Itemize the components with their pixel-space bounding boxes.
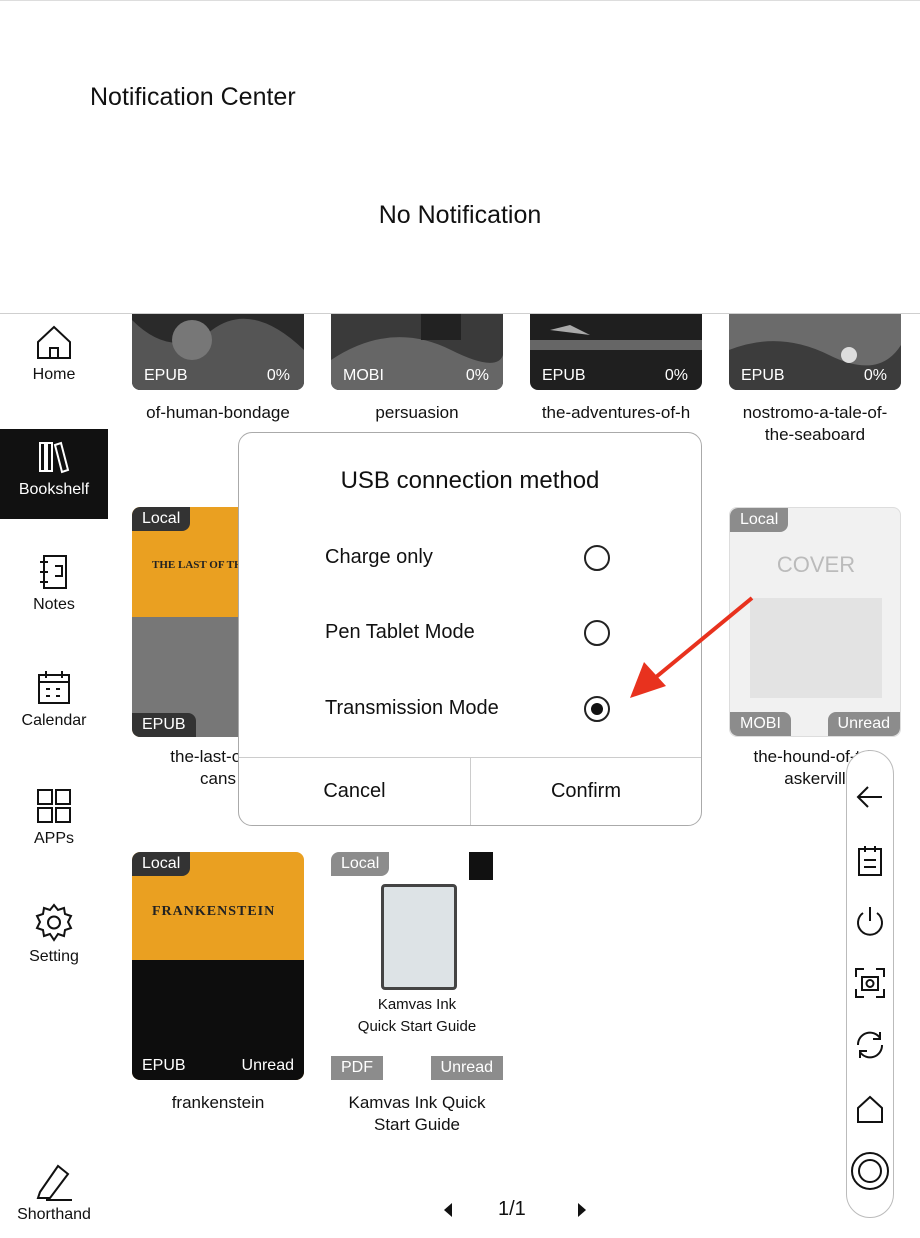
source-tag: Local <box>132 852 191 876</box>
sidebar-item-calendar[interactable]: Calendar <box>0 668 108 730</box>
book-title: Kamvas Ink Quick Start Guide <box>348 1093 486 1134</box>
gear-icon <box>35 903 73 942</box>
progress-tag: 0% <box>266 367 290 384</box>
cover-placeholder-text: COVER <box>776 552 856 577</box>
book-title: nostromo-a-tale-of- the-seaboard <box>742 403 888 444</box>
book-title: of-human-bondage <box>146 403 290 422</box>
sidebar-item-label: APPs <box>33 830 74 847</box>
notes-icon[interactable] <box>852 843 888 879</box>
screenshot-icon[interactable] <box>852 965 888 1001</box>
format-tag: PDF <box>331 1056 383 1080</box>
notes-icon <box>40 555 67 589</box>
format-tag: EPUB <box>144 367 188 384</box>
source-tag: Local <box>132 507 191 531</box>
book-title: the-adventures-of-h <box>541 403 691 422</box>
sidebar-item-notes[interactable]: Notes <box>0 552 108 614</box>
cover-title-text: FRANKENSTEIN <box>152 904 276 919</box>
home-icon[interactable] <box>852 1091 888 1127</box>
pen-icon <box>36 1164 72 1201</box>
source-tag: Local <box>730 508 789 532</box>
progress-tag: 0% <box>465 367 489 384</box>
sidebar-item-label: Calendar <box>21 712 87 729</box>
status-tag: Unread <box>241 1057 294 1074</box>
dialog-title: USB connection method <box>340 467 600 494</box>
refresh-icon[interactable] <box>852 1027 888 1063</box>
sidebar-item-bookshelf[interactable]: Bookshelf <box>0 429 108 519</box>
format-tag: EPUB <box>142 1057 186 1074</box>
home-icon <box>37 325 71 359</box>
sidebar-item-label: Setting <box>29 948 79 965</box>
format-tag: EPUB <box>542 367 586 384</box>
sidebar: Home Bookshelf Notes Calendar APPs Setti… <box>0 312 108 1238</box>
radio-button-selected[interactable] <box>584 696 610 722</box>
option-label: Transmission Mode <box>325 697 499 719</box>
cover-text: Kamvas Ink Quick Start Guide <box>357 996 477 1035</box>
notification-center-title: Notification Center <box>90 83 296 111</box>
bookshelf-icon <box>39 441 70 474</box>
prev-page-icon[interactable] <box>440 1200 456 1220</box>
status-tag: Unread <box>827 712 900 736</box>
option-charge-only[interactable]: Charge only <box>239 533 701 583</box>
cover-placeholder-lines <box>750 598 882 698</box>
cancel-button[interactable]: Cancel <box>239 758 470 825</box>
book-cover[interactable]: FRANKENSTEIN Local EPUB Unread <box>132 852 304 1080</box>
back-arrow-icon[interactable] <box>852 779 888 815</box>
option-label: Pen Tablet Mode <box>325 621 475 643</box>
sidebar-item-home[interactable]: Home <box>0 322 108 384</box>
apps-icon <box>37 789 71 823</box>
progress-tag: 0% <box>664 367 688 384</box>
page-indicator: 1/1 <box>498 1198 526 1220</box>
format-tag: MOBI <box>343 367 384 384</box>
sidebar-item-apps[interactable]: APPs <box>0 786 108 848</box>
book-title: persuasion <box>375 403 459 422</box>
radio-dot <box>591 703 603 715</box>
sidebar-item-setting[interactable]: Setting <box>0 902 108 966</box>
pager: 1/1 <box>440 1194 600 1226</box>
format-tag: EPUB <box>132 713 196 737</box>
format-tag: MOBI <box>730 712 791 736</box>
calendar-icon <box>38 671 70 704</box>
circle-button-icon[interactable] <box>850 1151 890 1191</box>
status-tag: Unread <box>430 1056 503 1080</box>
progress-tag: 0% <box>863 367 887 384</box>
sidebar-item-label: Shorthand <box>17 1206 91 1223</box>
option-label: Charge only <box>325 546 433 568</box>
book-cover[interactable]: Local Kamvas Ink Quick Start Guide PDF U… <box>331 852 503 1080</box>
radio-button[interactable] <box>584 620 610 646</box>
confirm-button[interactable]: Confirm <box>471 758 701 825</box>
brand-logo-icon <box>469 852 493 880</box>
notification-center: Notification Center No Notification <box>0 0 920 314</box>
book-title: frankenstein <box>171 1093 265 1112</box>
no-notification-text: No Notification <box>378 201 542 229</box>
radio-button[interactable] <box>584 545 610 571</box>
sidebar-item-label: Notes <box>33 596 75 613</box>
annotation-arrow-icon <box>630 596 754 698</box>
floating-toolbar <box>846 750 894 1218</box>
sidebar-item-label: Bookshelf <box>18 481 90 498</box>
sidebar-item-label: Home <box>32 366 76 383</box>
device-illustration <box>381 884 457 990</box>
next-page-icon[interactable] <box>574 1200 590 1220</box>
power-icon[interactable] <box>852 903 888 939</box>
sidebar-item-shorthand[interactable]: Shorthand <box>0 1158 108 1224</box>
format-tag: EPUB <box>741 367 785 384</box>
source-tag: Local <box>331 852 390 876</box>
